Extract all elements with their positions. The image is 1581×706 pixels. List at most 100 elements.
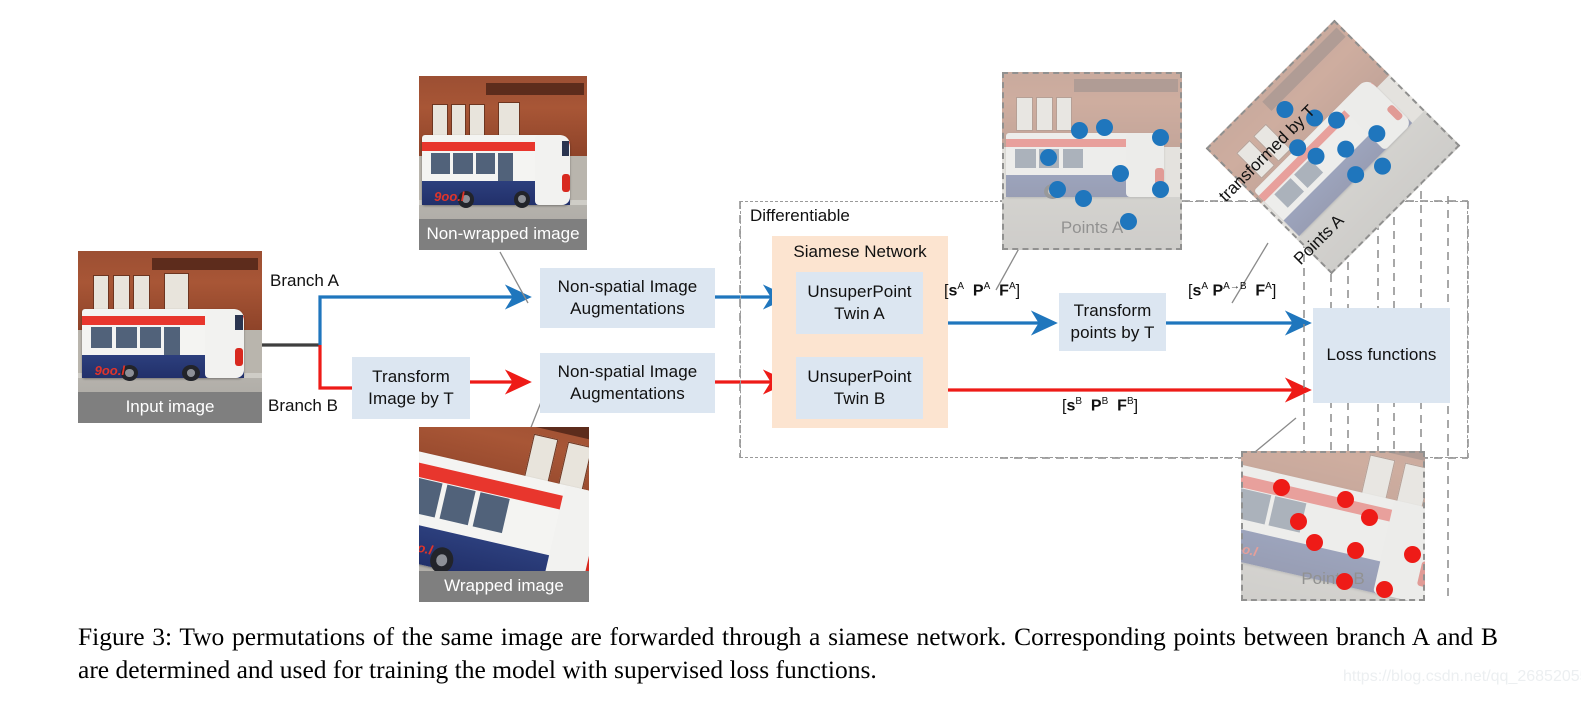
twin-b-line2: Twin B <box>833 389 886 408</box>
aug-a-text: Non-spatial Image Augmentations <box>558 276 698 320</box>
branch-b-path <box>318 345 352 390</box>
nw-bus-front <box>534 135 571 205</box>
watermark-text: https://blog.csdn.net/qq_26852055 <box>1343 668 1581 685</box>
tensor-b-close: ] <box>1133 397 1139 415</box>
keypoint-dot <box>1403 546 1421 563</box>
transform-points-by-t-box[interactable]: Transform points by T <box>1059 293 1166 351</box>
aug-a-line2: Augmentations <box>570 299 685 318</box>
keypoint-dot <box>1272 478 1290 496</box>
nw-bus: 9oo.l <box>422 135 571 208</box>
input-window-3 <box>133 275 150 312</box>
keypoint-dot <box>1151 129 1169 147</box>
nw-bus-window-2 <box>453 153 473 175</box>
tensor-label-a-transformed: [sA PA→B FA] <box>1188 281 1276 300</box>
keypoint-dot <box>1361 508 1379 526</box>
unsuperpoint-twin-b-box[interactable]: UnsuperPoint Twin B <box>796 357 923 419</box>
non-spatial-augmentations-b-box[interactable]: Non-spatial Image Augmentations <box>540 353 715 413</box>
transform-image-box[interactable]: Transform Image by T <box>352 357 470 419</box>
wrapped-image-caption: Wrapped image <box>419 571 589 602</box>
input-bus-front <box>204 309 244 379</box>
tensor-a-p-sup: A <box>983 281 991 292</box>
aug-b-line2: Augmentations <box>570 384 685 403</box>
twin-b-line1: UnsuperPoint <box>807 366 912 386</box>
nw-fascia <box>486 82 584 96</box>
tensor-a-f: F <box>999 282 1009 300</box>
tensor-b-p: P <box>1090 397 1102 415</box>
keypoint-dot <box>1306 534 1324 551</box>
loss-functions-box[interactable]: Loss functions <box>1313 308 1450 403</box>
input-window-2 <box>112 275 130 312</box>
wr-bus-window-2 <box>439 484 477 526</box>
tensor-b-f: F <box>1117 397 1127 415</box>
input-image-panel: 9oo.l Input image <box>78 251 262 423</box>
tensor-at-f: F <box>1255 282 1266 300</box>
tensor-at-f-sup: A <box>1265 281 1272 292</box>
branch-b-label: Branch B <box>268 396 338 415</box>
keypoint-dot <box>1112 164 1130 182</box>
keypoint-dot <box>1040 148 1058 166</box>
input-bus-window-1 <box>91 327 113 348</box>
unsuperpoint-twin-a-box[interactable]: UnsuperPoint Twin A <box>796 272 923 334</box>
keypoint-dot <box>1304 144 1329 169</box>
nw-bus-wheel-front <box>514 190 531 208</box>
siamese-network-label: Siamese Network <box>793 242 927 261</box>
input-window-4 <box>164 273 189 312</box>
nw-bus-window-4 <box>497 153 513 182</box>
keypoint-dot <box>1151 180 1169 198</box>
branch-a-label: Branch A <box>270 271 339 290</box>
input-bus-window-4 <box>164 327 181 355</box>
input-bus-window-2 <box>115 327 137 348</box>
tensor-label-b-out: [sB PB FB] <box>1062 396 1138 415</box>
input-bus-wheel-front <box>182 364 200 382</box>
nw-bus-window-3 <box>475 153 495 175</box>
tensor-label-a-out: [sA PA FA] <box>944 281 1020 300</box>
keypoint-dot <box>1335 573 1353 590</box>
tensor-at-p-sup: A→B <box>1223 281 1247 292</box>
branch-a-path <box>318 284 532 345</box>
wr-bus-window-1 <box>419 476 444 518</box>
aug-b-line1: Non-spatial Image <box>557 361 698 381</box>
input-bus-logo: 9oo.l <box>94 363 125 379</box>
keypoint-dot <box>1289 513 1307 530</box>
transform-points-line2: points by T <box>1070 323 1155 342</box>
keypoint-dot <box>1333 137 1358 162</box>
input-bus-window-3 <box>139 327 161 348</box>
keypoint-dot <box>1119 213 1137 231</box>
tensor-a-s-sup: A <box>957 281 965 292</box>
twin-a-text: UnsuperPoint Twin A <box>807 281 911 325</box>
tensor-a-p: P <box>972 282 984 300</box>
keypoint-dot <box>1343 162 1368 187</box>
points-a-dots <box>1002 72 1182 250</box>
non-wrapped-image-panel: 9oo.l Non-wrapped image <box>419 76 587 250</box>
keypoint-dot <box>1376 580 1394 598</box>
keypoint-dot <box>1337 490 1355 508</box>
keypoint-dot <box>1096 118 1114 136</box>
figure-canvas: 9oo.l Input image 9oo.l Non-wrapped imag… <box>0 0 1581 706</box>
nw-bus-front-red <box>562 174 570 193</box>
input-bus-screen <box>235 314 243 331</box>
twin-a-line1: UnsuperPoint <box>807 281 912 301</box>
tensor-a-close: ] <box>1015 282 1021 300</box>
nw-bus-window-1 <box>431 153 451 175</box>
tensor-a-f-sup: A <box>1008 281 1016 292</box>
tensor-b-s-sup: B <box>1075 396 1083 407</box>
input-bus-front-red <box>234 348 244 366</box>
tensor-at-s-sup: A <box>1201 281 1209 292</box>
aug-b-text: Non-spatial Image Augmentations <box>558 361 698 405</box>
keypoint-dot <box>1346 541 1364 559</box>
non-wrapped-image-caption: Non-wrapped image <box>419 219 587 250</box>
keypoint-dot <box>1049 180 1067 198</box>
tensor-at-p: P <box>1212 282 1224 300</box>
wrapped-image-panel: 9oo.l Wrapped image <box>419 427 589 602</box>
twin-b-text: UnsuperPoint Twin B <box>807 366 911 410</box>
input-bus: 9oo.l <box>81 309 244 382</box>
keypoint-dot <box>1325 108 1350 133</box>
transform-image-line2: Image by T <box>368 389 454 408</box>
points-a-panel: Points A <box>1002 72 1182 250</box>
transform-points-line1: Transform <box>1073 300 1152 320</box>
non-spatial-augmentations-a-box[interactable]: Non-spatial Image Augmentations <box>540 268 715 328</box>
transform-image-text: Transform Image by T <box>368 366 454 410</box>
loss-functions-label: Loss functions <box>1326 345 1437 365</box>
input-fascia <box>151 257 259 270</box>
tensor-b-f-sup: B <box>1126 396 1134 407</box>
